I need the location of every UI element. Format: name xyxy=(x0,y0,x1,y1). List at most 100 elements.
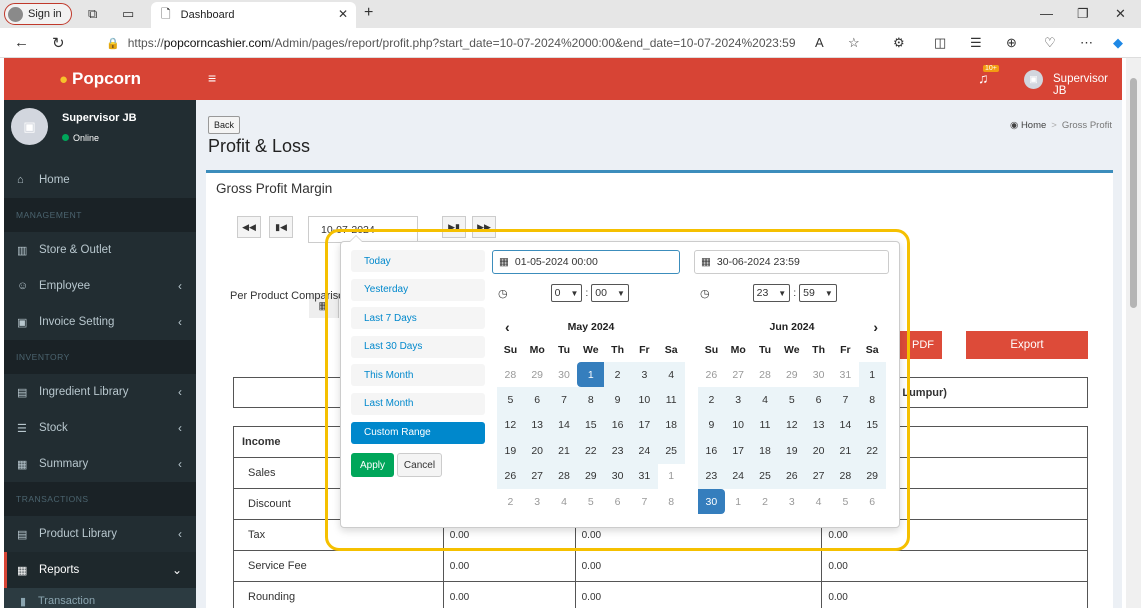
calendar-day[interactable]: 22 xyxy=(577,438,605,464)
browser-tab-dashboard[interactable]: 🗋 Dashboard ✕ xyxy=(151,2,356,28)
calendar-day[interactable]: 16 xyxy=(604,412,631,439)
calendar-day[interactable]: 1 xyxy=(725,489,752,514)
next-fast-button[interactable]: ▶▶ xyxy=(472,216,496,238)
calendar-day[interactable]: 3 xyxy=(724,387,752,413)
start-hour-select[interactable]: 0 ▼ xyxy=(550,284,583,302)
extensions-icon[interactable]: ⚙ xyxy=(893,35,905,51)
start-date-input[interactable]: ▦ 01-05-2024 00:00 xyxy=(492,250,680,274)
breadcrumb-home[interactable]: Home xyxy=(1021,120,1046,131)
close-window-icon[interactable]: ✕ xyxy=(1115,6,1126,22)
sidebar-item-store-outlet[interactable]: ▥ Store & Outlet xyxy=(4,232,196,268)
calendar-day[interactable]: 3 xyxy=(778,489,805,514)
calendar-day[interactable]: 29 xyxy=(778,362,805,387)
calendar-day[interactable]: 2 xyxy=(698,387,725,413)
calendar-day[interactable]: 27 xyxy=(805,463,832,489)
calendar-day[interactable]: 6 xyxy=(805,387,832,413)
next-button[interactable]: ▶▮ xyxy=(442,216,466,238)
sidebar-item-transaction[interactable]: ▮ Transaction xyxy=(4,588,196,608)
refresh-icon[interactable]: ↻ xyxy=(52,34,65,52)
calendar-day[interactable]: 13 xyxy=(805,412,832,439)
calendar-day[interactable]: 24 xyxy=(724,463,752,489)
calendar-day[interactable]: 29 xyxy=(524,362,551,387)
sidebar-item-employee[interactable]: ☺ Employee ‹ xyxy=(4,268,196,304)
calendar-day[interactable]: 8 xyxy=(577,387,605,413)
page-scrollbar[interactable] xyxy=(1126,58,1141,608)
split-screen-icon[interactable]: ◫ xyxy=(934,35,946,51)
url-field[interactable]: 🔒 https://popcorncashier.com/Admin/pages… xyxy=(98,32,798,54)
next-month-icon[interactable]: › xyxy=(873,319,878,335)
sidebar-item-reports[interactable]: ▦ Reports ⌄ xyxy=(4,552,196,588)
range-last-30-days[interactable]: Last 30 Days xyxy=(351,335,485,358)
calendar-day[interactable]: 22 xyxy=(858,438,886,464)
calendar-day[interactable]: 1 xyxy=(658,464,685,489)
range-custom-range[interactable]: Custom Range xyxy=(351,421,485,444)
end-hour-select[interactable]: 23 ▼ xyxy=(752,284,791,302)
range-yesterday[interactable]: Yesterday xyxy=(351,278,485,301)
close-tab-icon[interactable]: ✕ xyxy=(338,7,348,21)
sidebar-item-ingredient-library[interactable]: ▤ Ingredient Library ‹ xyxy=(4,374,196,410)
calendar-day[interactable]: 7 xyxy=(831,387,859,413)
export-button[interactable]: Export xyxy=(966,331,1088,359)
range-last-7-days[interactable]: Last 7 Days xyxy=(351,307,485,330)
calendar-day[interactable]: 6 xyxy=(859,489,886,514)
calendar-day[interactable]: 2 xyxy=(604,362,631,388)
prev-fast-button[interactable]: ◀◀ xyxy=(237,216,261,238)
calendar-day[interactable]: 9 xyxy=(604,387,631,413)
calendar-day[interactable]: 23 xyxy=(604,438,631,464)
end-minute-select[interactable]: 59 ▼ xyxy=(799,284,837,302)
restore-icon[interactable]: ❐ xyxy=(1077,6,1089,22)
calendar-day[interactable]: 5 xyxy=(778,387,806,413)
brand-logo[interactable]: ● Popcorn xyxy=(4,58,196,100)
calendar-day[interactable]: 7 xyxy=(631,489,658,514)
calendar-day[interactable]: 6 xyxy=(604,489,631,514)
sidebar-item-invoice-setting[interactable]: ▣ Invoice Setting ‹ xyxy=(4,304,196,340)
calendar-day[interactable]: 11 xyxy=(657,387,685,413)
calendar-day[interactable]: 16 xyxy=(698,438,725,464)
copilot-icon[interactable]: ◆ xyxy=(1113,35,1123,51)
calendar-day[interactable]: 4 xyxy=(751,387,779,413)
calendar-day[interactable]: 27 xyxy=(725,362,752,387)
calendar-day[interactable]: 26 xyxy=(698,362,725,387)
range-this-month[interactable]: This Month xyxy=(351,364,485,387)
calendar-day[interactable]: 20 xyxy=(805,438,832,464)
scrollbar-thumb[interactable] xyxy=(1130,78,1137,308)
calendar-day[interactable]: 17 xyxy=(724,438,752,464)
browser-essentials-icon[interactable]: ♡ xyxy=(1044,35,1056,51)
apply-button[interactable]: Apply xyxy=(351,453,394,477)
calendar-day[interactable]: 5 xyxy=(497,387,524,413)
calendar-day[interactable]: 20 xyxy=(523,438,551,464)
calendar-day[interactable]: 30 xyxy=(604,463,631,489)
minimize-icon[interactable]: — xyxy=(1040,6,1053,21)
calendar-day[interactable]: 21 xyxy=(550,438,578,464)
calendar-day[interactable]: 19 xyxy=(778,438,806,464)
workspaces-icon[interactable]: ⧉ xyxy=(88,6,97,22)
end-date-input[interactable]: ▦ 30-06-2024 23:59 xyxy=(694,250,889,274)
calendar-day[interactable]: 21 xyxy=(831,438,859,464)
calendar-day[interactable]: 23 xyxy=(698,463,725,489)
topbar-user-name[interactable]: Supervisor JB xyxy=(1053,73,1122,97)
calendar-day[interactable]: 29 xyxy=(577,463,605,489)
calendar-day[interactable]: 10 xyxy=(630,387,658,413)
calendar-day[interactable]: 18 xyxy=(751,438,779,464)
calendar-day[interactable]: 12 xyxy=(497,412,524,439)
start-minute-select[interactable]: 00 ▼ xyxy=(591,284,629,302)
calendar-day[interactable]: 28 xyxy=(752,362,779,387)
calendar-day[interactable]: 15 xyxy=(858,412,886,439)
collections-icon[interactable]: ⊕ xyxy=(1006,35,1017,51)
user-avatar-icon[interactable]: ▣ xyxy=(1024,70,1043,89)
calendar-day[interactable]: 14 xyxy=(831,412,859,439)
calendar-day[interactable]: 3 xyxy=(524,489,551,514)
cancel-button[interactable]: Cancel xyxy=(397,453,442,477)
calendar-day[interactable]: 25 xyxy=(657,438,685,464)
calendar-day[interactable]: 30 xyxy=(551,362,578,387)
back-button[interactable]: Back xyxy=(208,116,241,134)
hamburger-menu-icon[interactable]: ≡ xyxy=(208,70,216,86)
calendar-day[interactable]: 11 xyxy=(751,412,779,439)
calendar-day[interactable]: 24 xyxy=(630,438,658,464)
calendar-day[interactable]: 5 xyxy=(577,489,604,514)
calendar-day[interactable]: 17 xyxy=(630,412,658,439)
calendar-day[interactable]: 31 xyxy=(630,463,658,489)
calendar-day[interactable]: 2 xyxy=(497,489,524,514)
calendar-day[interactable]: 6 xyxy=(523,387,551,413)
per-product-comparison-tab[interactable]: Per Product Comparisc xyxy=(230,290,344,302)
